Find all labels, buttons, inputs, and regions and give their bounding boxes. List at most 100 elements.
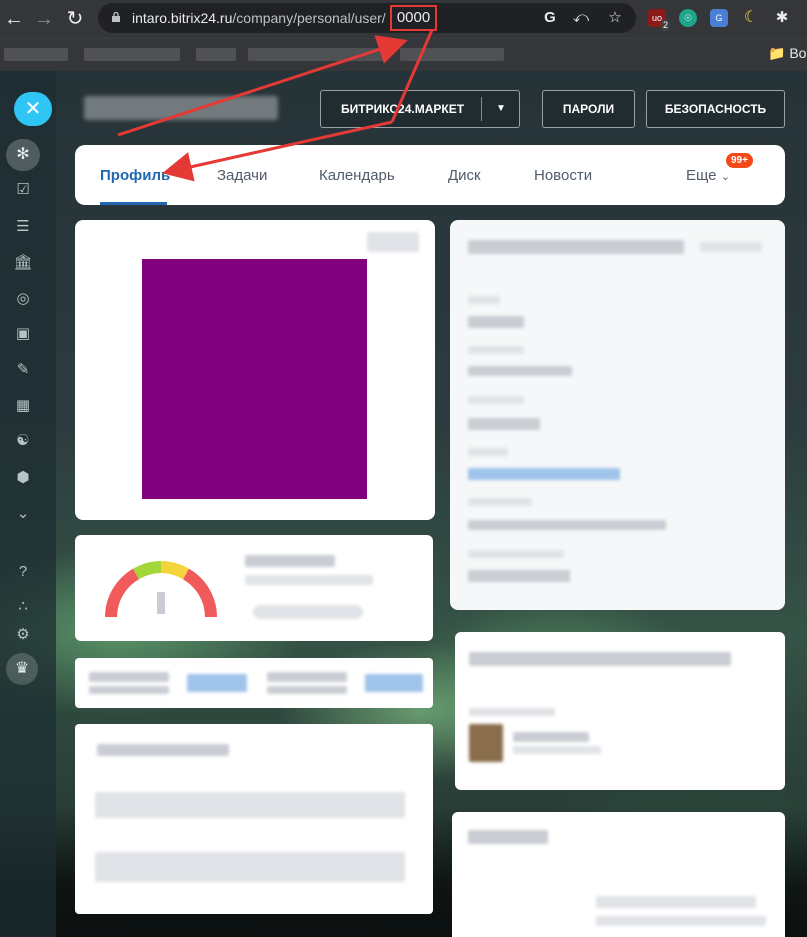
tab-tasks[interactable]: Задачи bbox=[217, 167, 267, 184]
field-label bbox=[468, 550, 564, 558]
efficiency-link[interactable] bbox=[253, 605, 363, 619]
field-value bbox=[468, 570, 570, 582]
interests-text bbox=[596, 916, 766, 926]
stat-label bbox=[89, 672, 169, 682]
crown-icon[interactable]: ♛ bbox=[6, 653, 38, 685]
tab-disk[interactable]: Диск bbox=[448, 167, 481, 184]
dark-mode-icon[interactable]: ☾ bbox=[742, 9, 760, 27]
bookmark-item[interactable] bbox=[400, 48, 504, 61]
field-label bbox=[468, 448, 508, 456]
window-icon[interactable]: ▣ bbox=[11, 323, 35, 345]
efficiency-gauge-icon bbox=[105, 561, 217, 618]
url-user-id-highlight: 0000 bbox=[390, 5, 437, 31]
puzzle-icon[interactable]: ✱ bbox=[773, 9, 791, 27]
efficiency-subtitle bbox=[245, 575, 373, 585]
contact-info-title bbox=[468, 240, 684, 254]
bookmark-item[interactable] bbox=[4, 48, 68, 61]
tasks-icon[interactable]: ☑ bbox=[11, 179, 35, 201]
stat-label bbox=[267, 672, 347, 682]
edit-link[interactable] bbox=[367, 232, 419, 252]
field-label bbox=[468, 346, 524, 354]
google-icon[interactable]: G bbox=[540, 8, 560, 28]
forward-arrow-icon[interactable]: → bbox=[32, 7, 56, 31]
ublock-icon[interactable]: uo 2 bbox=[648, 9, 670, 31]
tab-profile[interactable]: Профиль bbox=[100, 167, 170, 184]
tab-more-label: Еще bbox=[686, 167, 717, 184]
shield-extension-icon[interactable]: ☉ bbox=[679, 9, 697, 27]
gear-icon[interactable]: ⚙ bbox=[11, 624, 35, 646]
signature-icon[interactable]: ✎ bbox=[11, 359, 35, 381]
stat-value bbox=[187, 674, 247, 692]
url-text: intaro.bitrix24.ru/company/personal/user… bbox=[132, 10, 386, 26]
tab-calendar[interactable]: Календарь bbox=[319, 167, 395, 184]
box-icon[interactable]: ⬢ bbox=[11, 467, 35, 489]
tab-news[interactable]: Новости bbox=[534, 167, 592, 184]
app-icons-row[interactable] bbox=[95, 792, 405, 818]
security-button[interactable]: БЕЗОПАСНОСТЬ bbox=[646, 90, 785, 128]
reload-icon[interactable]: ↻ bbox=[63, 7, 87, 31]
translate-extension-icon[interactable]: G bbox=[710, 9, 728, 27]
field-label bbox=[469, 708, 555, 716]
bookmark-item[interactable] bbox=[248, 48, 388, 61]
bookmarks-bar: 📁 Bo bbox=[0, 38, 807, 71]
address-bar[interactable]: intaro.bitrix24.ru/company/personal/user… bbox=[98, 3, 636, 33]
bookmarks-folder[interactable]: 📁 Bo bbox=[768, 45, 806, 62]
share-icon[interactable]: ⤺ bbox=[571, 8, 591, 28]
help-icon[interactable]: ? bbox=[11, 561, 35, 583]
field-value bbox=[468, 316, 524, 328]
lock-icon bbox=[112, 12, 120, 22]
more-counter-badge: 99+ bbox=[726, 153, 753, 168]
bank-icon[interactable]: 🏛 bbox=[11, 252, 35, 274]
passwords-button[interactable]: ПАРОЛИ bbox=[542, 90, 635, 128]
manager-avatar[interactable] bbox=[469, 724, 503, 762]
field-label bbox=[468, 498, 532, 506]
robot-icon[interactable]: ☯ bbox=[11, 430, 35, 452]
bookmarks-folder-label: Bo bbox=[789, 45, 807, 61]
additional-info-title bbox=[469, 652, 731, 666]
sidebar-item-feed[interactable]: ✻ bbox=[6, 139, 40, 171]
back-arrow-icon[interactable]: ← bbox=[2, 7, 26, 31]
target-icon[interactable]: ◎ bbox=[11, 288, 35, 310]
field-label bbox=[468, 296, 500, 304]
bookmark-star-icon[interactable]: ☆ bbox=[605, 8, 625, 28]
chevron-down-icon: ⌄ bbox=[720, 171, 730, 183]
stat-value bbox=[365, 674, 423, 692]
bookmark-item[interactable] bbox=[84, 48, 180, 61]
additional-info-card bbox=[455, 632, 785, 790]
efficiency-card bbox=[75, 535, 433, 641]
structure-icon[interactable]: ∴ bbox=[11, 596, 35, 618]
manager-name[interactable] bbox=[513, 732, 589, 742]
email-link[interactable] bbox=[468, 468, 620, 480]
applications-title bbox=[97, 744, 229, 756]
stat-label bbox=[89, 686, 169, 694]
tab-more[interactable]: Еще ⌄ bbox=[686, 167, 730, 184]
funnel-icon[interactable]: ☰ bbox=[11, 216, 35, 238]
market-button[interactable]: БИТРИКС24.МАРКЕТ ▼ bbox=[320, 90, 520, 128]
manager-position bbox=[513, 746, 601, 754]
user-name-heading bbox=[84, 96, 278, 120]
stats-card bbox=[75, 658, 433, 708]
field-value bbox=[468, 520, 666, 530]
avatar[interactable] bbox=[142, 259, 367, 499]
active-tab-underline bbox=[100, 202, 167, 205]
interests-text bbox=[596, 896, 756, 908]
browser-toolbar: ← → ↻ intaro.bitrix24.ru/company/persona… bbox=[0, 0, 807, 38]
field-value bbox=[468, 418, 540, 430]
market-button-separator bbox=[481, 97, 482, 121]
bookmark-item[interactable] bbox=[196, 48, 236, 61]
contact-info-card bbox=[450, 220, 785, 610]
stat-label bbox=[267, 686, 347, 694]
chevron-down-icon[interactable]: ▼ bbox=[491, 91, 511, 127]
close-menu-button[interactable]: ✕ bbox=[14, 92, 52, 126]
field-value bbox=[468, 366, 572, 376]
interests-title bbox=[468, 830, 548, 844]
edit-contact-link[interactable] bbox=[700, 242, 762, 252]
left-menu: ✕ ✻ ☑ ☰ 🏛 ◎ ▣ ✎ ▦ ☯ ⬢ ⌄ ? ∴ ⚙ ♛ bbox=[0, 71, 56, 937]
contact-card-icon[interactable]: ▦ bbox=[11, 395, 35, 417]
profile-tabs: Профиль Задачи Календарь Диск Новости Ещ… bbox=[75, 145, 785, 205]
app-icons-row[interactable] bbox=[95, 852, 405, 882]
market-button-label: БИТРИКС24.МАРКЕТ bbox=[341, 102, 465, 116]
efficiency-title bbox=[245, 555, 335, 567]
applications-card bbox=[75, 724, 433, 914]
chevron-down-icon[interactable]: ⌄ bbox=[11, 503, 35, 525]
